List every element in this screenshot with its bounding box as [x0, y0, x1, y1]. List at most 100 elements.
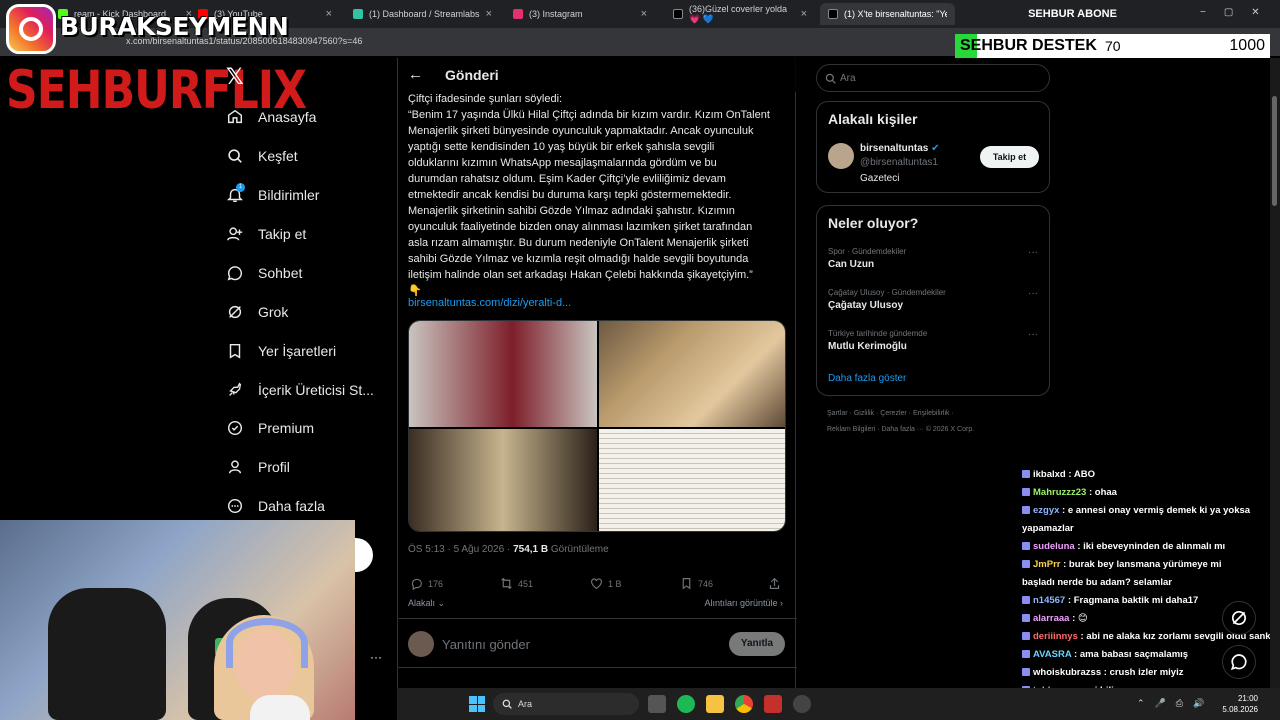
post-link[interactable]: birsenaltuntas.com/dizi/yeralti-d...	[408, 297, 571, 309]
chat-username: sudeluna	[1033, 541, 1075, 552]
nav-item-5[interactable]: Grok	[226, 297, 288, 327]
tab-tiktok[interactable]: (36)Güzel coverler yolda 💗 💙 ×	[665, 3, 815, 25]
nav-item-3[interactable]: Takip et	[226, 219, 306, 249]
nav-item-4[interactable]: Sohbet	[226, 258, 302, 288]
chat-badge-icon	[1022, 650, 1030, 659]
like-button[interactable]: 1 B	[590, 577, 622, 590]
chat-text: Fragmana baktik mi daha17	[1073, 595, 1199, 606]
view-quotes-link[interactable]: Alıntıları görüntüle ›	[704, 598, 783, 608]
post-text-line: yaptığı sette kendisinden 10 yaş büyük b…	[408, 141, 715, 153]
bookmark-icon	[682, 578, 691, 590]
taskbar-search[interactable]: Ara	[493, 693, 639, 715]
page-scrollbar[interactable]	[1270, 58, 1280, 688]
file-explorer-icon[interactable]	[706, 695, 724, 713]
more-icon[interactable]: ···	[370, 650, 382, 664]
follow-button[interactable]: Takip et	[980, 146, 1039, 168]
close-icon[interactable]: ×	[641, 8, 647, 20]
repost-button[interactable]: 451	[500, 577, 533, 590]
tab-instagram[interactable]: (3) Instagram ×	[505, 3, 655, 25]
destek-goal: 1000	[1229, 37, 1265, 54]
spotify-icon[interactable]	[677, 695, 695, 713]
footer-links-2[interactable]: Reklam Bilgileri · Daha fazla ··· © 2026…	[827, 426, 974, 433]
more-icon	[227, 498, 243, 514]
x-logo-icon[interactable]: 𝕏	[226, 64, 244, 90]
webcam-feed	[0, 520, 355, 720]
relevant-sort-dropdown[interactable]: Alakalı ⌄	[408, 598, 445, 609]
nav-label: Profil	[258, 459, 290, 475]
nav-item-0[interactable]: Anasayfa	[226, 102, 316, 132]
nav-item-6[interactable]: Yer İşaretleri	[226, 336, 336, 366]
nav-label: İçerik Üreticisi St...	[258, 382, 374, 398]
share-button[interactable]	[768, 577, 781, 590]
destek-label: SEHBUR DESTEK	[960, 37, 1097, 54]
share-icon	[769, 577, 780, 589]
abone-label: SEHBUR ABONE	[1028, 8, 1117, 20]
reply-icon	[411, 578, 422, 590]
chat-username: alarraaa	[1033, 613, 1070, 624]
avatar[interactable]	[828, 143, 854, 169]
chat-text: e annesi onay vermiş demek ki ya yoksa	[1067, 505, 1251, 516]
tab-x-active[interactable]: (1) X'te birsenaltuntas: "Yeralt	[820, 3, 955, 25]
bookmark-button[interactable]: 746	[680, 577, 713, 590]
post-text-line: etmektedir ancak kendisi bu duruma karşı…	[408, 189, 732, 201]
app-icon[interactable]	[764, 695, 782, 713]
back-arrow-icon[interactable]: ←	[408, 66, 423, 83]
footer-links[interactable]: Şartlar · Gizlilik · Çerezler · Erişileb…	[827, 410, 954, 417]
close-icon[interactable]: ×	[326, 8, 332, 20]
nav-item-10[interactable]: Daha fazla	[226, 491, 325, 521]
chat-message: sudeluna : iki ebeveyninden de alınmalı …	[1022, 538, 1280, 556]
media-image-3[interactable]	[409, 429, 597, 531]
instagram-username: BURAKSEYMENN	[60, 12, 289, 41]
chat-username: whoiskubrazss	[1033, 667, 1102, 678]
notification-badge: 1	[236, 183, 245, 192]
reply-submit-button[interactable]: Yanıtla	[729, 632, 785, 656]
chrome-icon[interactable]	[735, 695, 753, 713]
chat-badge-icon	[1022, 542, 1030, 551]
chat-username: JmPrr	[1033, 559, 1061, 570]
chat-username: Mahruzzz23	[1033, 487, 1087, 498]
media-image-1[interactable]	[409, 321, 597, 427]
nav-item-9[interactable]: Profil	[226, 452, 290, 482]
post-media-grid[interactable]	[408, 320, 786, 532]
reply-button[interactable]: 176	[410, 577, 443, 590]
nav-label: Yer İşaretleri	[258, 343, 337, 359]
page-title: Gönderi	[445, 67, 499, 83]
messages-fab-button[interactable]	[1222, 645, 1256, 679]
scroll-handle[interactable]	[355, 538, 373, 572]
close-icon[interactable]: ×	[486, 8, 492, 20]
nav-item-8[interactable]: Premium	[226, 413, 314, 443]
person-name[interactable]: birsenaltuntas ✔	[860, 143, 940, 154]
post-text-line: “Benim 17 yaşında Ülkü Hilal Çiftçi adın…	[408, 109, 770, 121]
reply-input[interactable]: Yanıtını gönder	[442, 637, 530, 652]
post-text-line: Çiftçi ifadesinde şunları söyledi:	[408, 93, 563, 105]
chat-badge-icon	[1022, 470, 1030, 479]
gaming-chair-left	[48, 588, 166, 720]
chat-icon	[227, 266, 242, 281]
related-people-title: Alakalı kişiler	[828, 111, 918, 127]
windows-start-icon[interactable]	[469, 696, 485, 712]
media-image-4-document[interactable]	[599, 429, 785, 531]
verified-icon	[227, 420, 243, 436]
media-image-2[interactable]	[599, 321, 785, 427]
nav-item-1[interactable]: Keşfet	[226, 141, 298, 171]
close-icon[interactable]: ×	[801, 8, 807, 20]
settings-icon[interactable]	[793, 695, 811, 713]
x-icon	[828, 9, 838, 19]
search-input[interactable]: Ara	[816, 64, 1050, 92]
task-view-icon[interactable]	[648, 695, 666, 713]
nav-item-2[interactable]: 1 Bildirimler	[226, 180, 319, 210]
search-icon	[502, 699, 512, 709]
chat-message: yapamazlar	[1022, 520, 1280, 538]
grok-fab-button[interactable]	[1222, 601, 1256, 635]
bookmark-icon	[229, 343, 241, 359]
taskbar-clock[interactable]: 21:00 5.08.2026	[1222, 693, 1258, 715]
tab-streamlabs[interactable]: (1) Dashboard / Streamlabs ×	[345, 3, 500, 25]
nav-item-7[interactable]: İçerik Üreticisi St...	[226, 375, 374, 405]
chat-icon	[1230, 654, 1247, 671]
system-tray-icons[interactable]: ⌃🎤⎙🔊	[1137, 698, 1214, 709]
chat-message: ikbalxd : ABO	[1022, 466, 1280, 484]
more-icon: ···	[1028, 329, 1038, 340]
show-more-link[interactable]: Daha fazla göster	[828, 373, 906, 384]
window-controls[interactable]: −▢✕	[1200, 7, 1278, 18]
scrollbar-thumb[interactable]	[1272, 96, 1277, 206]
